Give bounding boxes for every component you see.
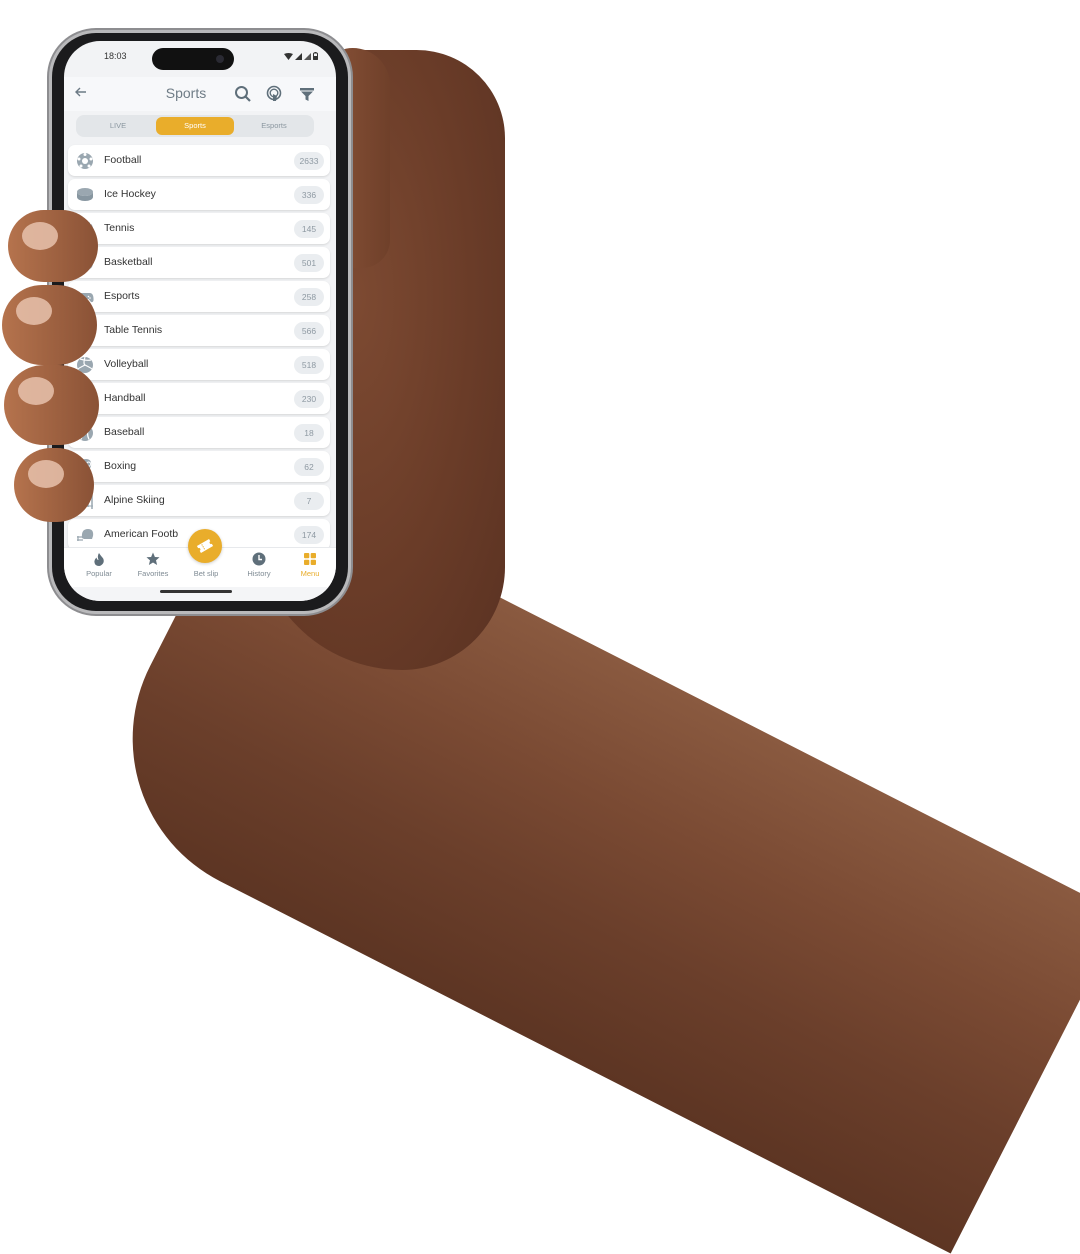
home-indicator[interactable] (160, 590, 232, 593)
fingernail (28, 460, 64, 488)
status-time: 18:03 (104, 51, 127, 61)
sport-name: Boxing (104, 460, 137, 472)
sport-name: Tennis (104, 222, 135, 234)
event-count-badge: 2633 (294, 152, 324, 170)
sport-row-volleyball[interactable]: Volleyball 518 (68, 349, 330, 380)
sports-list: Football 2633 Ice Hockey 336 Tennis 145 … (68, 145, 330, 553)
support-icon (266, 85, 282, 101)
sport-row-boxing[interactable]: Boxing 62 (68, 451, 330, 482)
star-icon (146, 552, 160, 565)
sport-row-football[interactable]: Football 2633 (68, 145, 330, 176)
nav-label: Favorites (137, 569, 169, 578)
event-count-badge: 174 (294, 526, 324, 544)
search-icon (235, 86, 251, 102)
signal-icon-2 (304, 52, 311, 60)
signal-icon (295, 52, 302, 60)
nav-label: Popular (86, 569, 112, 578)
event-count-badge: 336 (294, 186, 324, 204)
search-button[interactable] (234, 85, 252, 103)
sport-name: Alpine Skiing (104, 494, 165, 506)
sport-name: American Footb (104, 528, 179, 540)
segment-tabs: LIVE Sports Esports (76, 115, 314, 137)
sport-row-tennis[interactable]: Tennis 145 (68, 213, 330, 244)
sport-name: Table Tennis (104, 324, 163, 336)
nav-history[interactable]: History (232, 552, 286, 578)
american-football-helmet-icon (77, 529, 94, 541)
sport-row-esports[interactable]: Esports 258 (68, 281, 330, 312)
ticket-icon (196, 539, 214, 553)
tab-esports[interactable]: Esports (236, 117, 312, 135)
sport-row-table-tennis[interactable]: Table Tennis 566 (68, 315, 330, 346)
wifi-icon (284, 52, 293, 60)
nav-menu[interactable]: Menu (283, 552, 336, 578)
nav-label: Bet slip (193, 569, 219, 578)
sport-name: Baseball (104, 426, 145, 438)
football-icon (77, 153, 93, 169)
sport-row-basketball[interactable]: Basketball 501 (68, 247, 330, 278)
event-count-badge: 518 (294, 356, 324, 374)
filter-button[interactable] (298, 85, 316, 103)
nav-label: Menu (300, 569, 320, 578)
event-count-badge: 501 (294, 254, 324, 272)
phone-screen: 18:03 Sports LIVE Sports Esports Footbal… (64, 41, 336, 601)
page-title: Sports (165, 85, 207, 101)
event-count-badge: 62 (294, 458, 324, 476)
event-count-badge: 230 (294, 390, 324, 408)
fingernail (18, 377, 54, 405)
tab-sports[interactable]: Sports (156, 117, 234, 135)
event-count-badge: 7 (294, 492, 324, 510)
flame-icon (94, 553, 104, 566)
sport-name: Volleyball (104, 358, 149, 370)
filter-icon (300, 88, 314, 101)
nav-popular[interactable]: Popular (72, 552, 126, 578)
event-count-badge: 258 (294, 288, 324, 306)
finger-index (8, 210, 98, 282)
finger-middle (2, 285, 97, 365)
sport-name: Football (104, 154, 142, 166)
sport-name: Ice Hockey (104, 188, 156, 200)
sport-row-baseball[interactable]: Baseball 18 (68, 417, 330, 448)
grid-icon (304, 553, 316, 565)
battery-icon (313, 52, 318, 60)
ice-hockey-icon (77, 188, 93, 201)
event-count-badge: 18 (294, 424, 324, 442)
finger-ring (4, 365, 99, 445)
bet-slip-button[interactable] (188, 529, 222, 563)
fingernail (22, 222, 58, 250)
sport-row-ice-hockey[interactable]: Ice Hockey 336 (68, 179, 330, 210)
tab-live[interactable]: LIVE (80, 117, 156, 135)
nav-favorites[interactable]: Favorites (126, 552, 180, 578)
status-icons (284, 52, 318, 60)
sport-name: Basketball (104, 256, 153, 268)
fingernail (16, 297, 52, 325)
support-button[interactable] (265, 85, 283, 103)
sport-name: Esports (104, 290, 140, 302)
sport-row-alpine-skiing[interactable]: Alpine Skiing 7 (68, 485, 330, 516)
finger-pinky (14, 448, 94, 522)
event-count-badge: 566 (294, 322, 324, 340)
sport-name: Handball (104, 392, 146, 404)
nav-label: History (247, 569, 271, 578)
event-count-badge: 145 (294, 220, 324, 238)
sport-row-handball[interactable]: Handball 230 (68, 383, 330, 414)
clock-icon (252, 552, 266, 566)
dynamic-island (152, 48, 234, 70)
app-header: Sports (64, 77, 336, 111)
